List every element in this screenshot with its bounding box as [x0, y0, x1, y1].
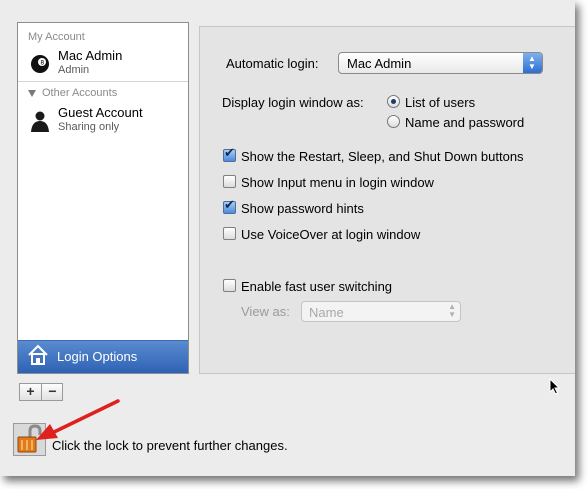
my-account-header: My Account [28, 31, 85, 43]
checkbox-fast-user-switching[interactable] [223, 279, 236, 292]
account-role: Sharing only [58, 121, 120, 133]
eight-ball-icon: 8 [31, 55, 49, 73]
checkbox-label[interactable]: Show Input menu in login window [241, 175, 434, 190]
account-guest[interactable]: Guest Account Sharing only [18, 105, 188, 143]
radio-name-and-password-label[interactable]: Name and password [405, 115, 524, 130]
radio-name-and-password[interactable] [387, 115, 400, 128]
checkbox-label[interactable]: Use VoiceOver at login window [241, 227, 420, 242]
automatic-login-value: Mac Admin [347, 56, 412, 71]
automatic-login-label: Automatic login: [226, 56, 319, 71]
checkbox-label[interactable]: Show the Restart, Sleep, and Shut Down b… [241, 149, 524, 164]
account-role: Admin [58, 64, 90, 76]
account-name: Mac Admin [58, 48, 123, 63]
view-as-value: Name [309, 305, 344, 320]
checkbox-show-password-hints[interactable] [223, 198, 236, 214]
fast-switching-label[interactable]: Enable fast user switching [241, 279, 392, 294]
house-icon [28, 344, 48, 365]
sidebar-divider [18, 81, 188, 82]
view-as-popup[interactable]: Name ▲ ▼ [301, 301, 461, 322]
svg-text:8: 8 [40, 60, 44, 67]
checkbox-show-input-menu[interactable] [223, 175, 236, 188]
disclosure-triangle-icon[interactable] [28, 90, 36, 97]
automatic-login-popup[interactable]: Mac Admin ▲ ▼ [338, 52, 543, 74]
view-as-label: View as: [241, 304, 290, 319]
account-name: Guest Account [58, 105, 143, 120]
mouse-pointer-icon [549, 378, 561, 395]
radio-list-of-users[interactable] [387, 95, 400, 108]
display-login-label: Display login window as: [222, 95, 364, 110]
popup-arrows-icon: ▲ ▼ [523, 53, 542, 73]
person-silhouette-icon [31, 111, 49, 132]
red-arrow-icon [36, 399, 120, 440]
checkbox-use-voiceover[interactable] [223, 227, 236, 240]
other-accounts-header: Other Accounts [42, 87, 118, 99]
radio-list-of-users-label[interactable]: List of users [405, 95, 475, 110]
login-options-label: Login Options [57, 349, 138, 364]
preferences-window: My Account 8 Mac Admin Admin Other Accou… [0, 0, 575, 476]
login-options-item[interactable]: Login Options [18, 340, 188, 373]
popup-arrows-icon: ▲ ▼ [448, 302, 456, 319]
checkbox-show-restart-sleep-shutdown[interactable] [223, 146, 236, 162]
accounts-sidebar: My Account 8 Mac Admin Admin Other Accou… [17, 22, 189, 374]
checkbox-label[interactable]: Show password hints [241, 201, 364, 216]
